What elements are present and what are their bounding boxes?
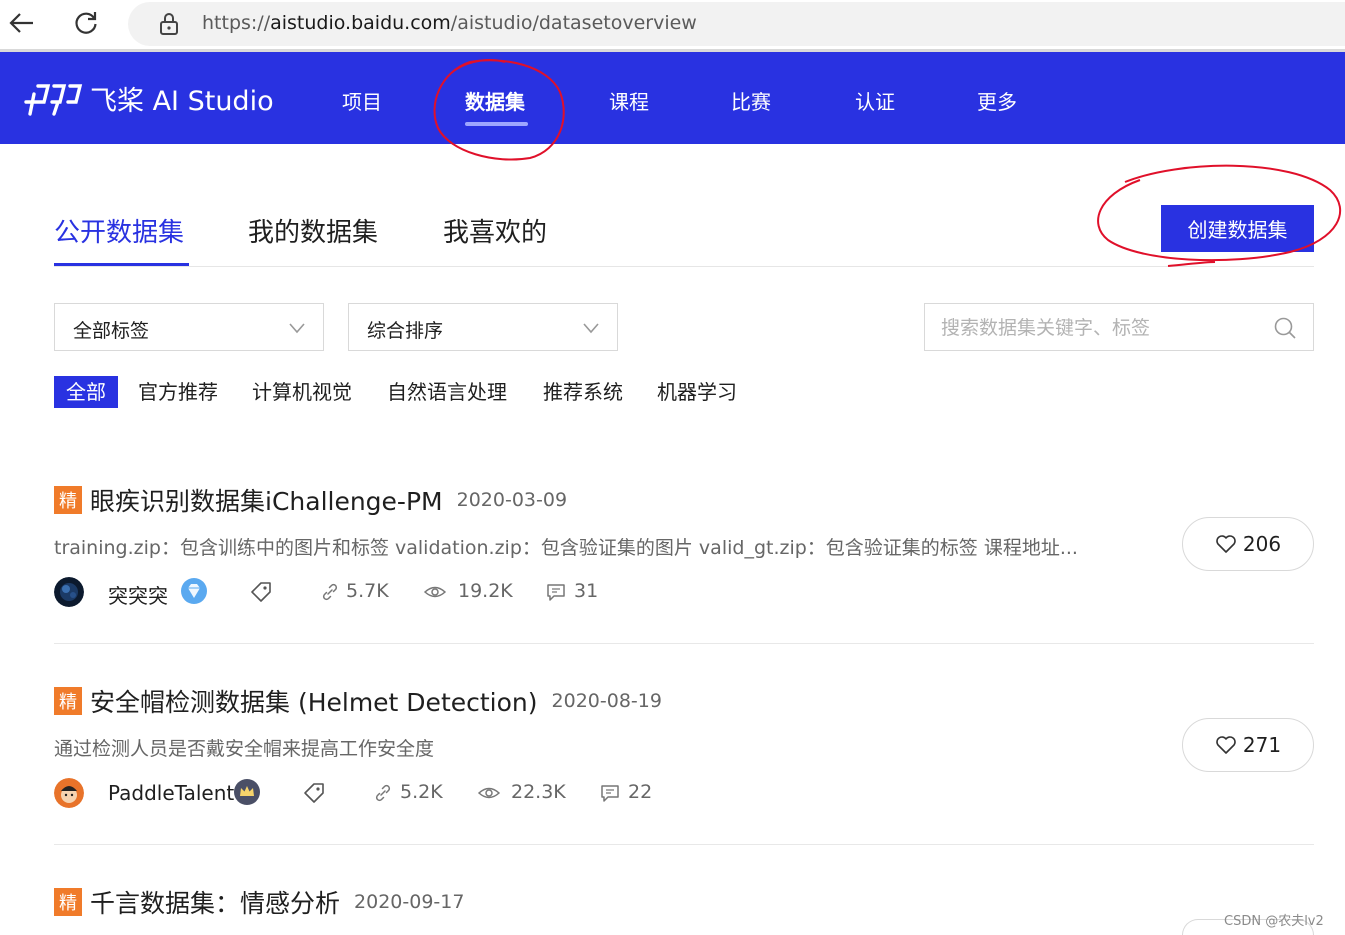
- like-count: 206: [1242, 532, 1282, 556]
- link-icon: [322, 583, 338, 601]
- browser-toolbar: https://aistudio.baidu.com/aistudio/data…: [0, 0, 1345, 52]
- author-name[interactable]: 突突突: [108, 580, 168, 609]
- url-scheme: https://: [202, 12, 271, 34]
- dataset-card: 精 千言数据集：情感分析 2020-09-17: [54, 885, 1314, 935]
- sort-select-value: 综合排序: [367, 320, 444, 342]
- paddle-logo-icon: [24, 84, 83, 116]
- tab-favorites[interactable]: 我喜欢的: [443, 212, 547, 249]
- search-icon[interactable]: [1273, 316, 1297, 340]
- dataset-card: 精 眼疾识别数据集iChallenge-PM 2020-03-09 traini…: [54, 483, 1314, 644]
- address-bar[interactable]: https://aistudio.baidu.com/aistudio/data…: [128, 2, 1345, 46]
- diamond-level-icon: [181, 578, 207, 604]
- search-input[interactable]: [941, 314, 1261, 342]
- dataset-title[interactable]: 安全帽检测数据集 (Helmet Detection): [90, 683, 538, 719]
- tag-select[interactable]: 全部标签: [54, 303, 324, 351]
- nav-item-more[interactable]: 更多: [977, 86, 1017, 115]
- lock-icon: [160, 13, 178, 35]
- nav-item-competitions[interactable]: 比赛: [731, 86, 771, 115]
- link-icon: [375, 784, 391, 802]
- url-host: aistudio.baidu.com: [270, 12, 451, 34]
- dataset-title[interactable]: 眼疾识别数据集iChallenge-PM: [90, 482, 443, 518]
- dataset-meta: PaddleTalent 5.2K 22.3K 22: [54, 776, 954, 810]
- dataset-search-box: [924, 303, 1314, 351]
- link-count: 5.7K: [346, 580, 389, 602]
- avatar[interactable]: [54, 577, 84, 607]
- url-path: /aistudio/datasetoverview: [450, 12, 697, 34]
- comment-count: 31: [574, 580, 599, 602]
- chevron-down-icon: [583, 323, 599, 334]
- like-button[interactable]: 206: [1182, 517, 1314, 571]
- tag-icon[interactable]: [249, 580, 273, 604]
- tab-my-datasets[interactable]: 我的数据集: [248, 212, 378, 249]
- like-button[interactable]: 271: [1182, 718, 1314, 772]
- nav-item-courses[interactable]: 课程: [609, 86, 649, 115]
- site-header: 飞桨 AI Studio 项目 数据集 课程 比赛 认证 更多: [0, 52, 1345, 144]
- avatar-image: [54, 577, 84, 607]
- featured-badge: 精: [54, 888, 82, 916]
- view-count: 22.3K: [511, 781, 566, 803]
- tag-chip-machine-learning[interactable]: 机器学习: [657, 376, 737, 408]
- tag-chip-recommendation[interactable]: 推荐系统: [543, 376, 623, 408]
- tag-chip-official[interactable]: 官方推荐: [138, 376, 218, 408]
- crown-level-icon: [234, 779, 260, 805]
- author-name[interactable]: PaddleTalent: [108, 781, 234, 805]
- create-dataset-button[interactable]: 创建数据集: [1161, 205, 1314, 252]
- dataset-title[interactable]: 千言数据集：情感分析: [90, 884, 340, 920]
- link-count: 5.2K: [400, 781, 443, 803]
- nav-item-certification[interactable]: 认证: [855, 86, 895, 115]
- comment-icon: [547, 584, 565, 601]
- list-divider: [54, 643, 1314, 644]
- sort-select[interactable]: 综合排序: [348, 303, 618, 351]
- view-count: 19.2K: [458, 580, 513, 602]
- comment-count: 22: [628, 781, 653, 803]
- tab-public-datasets[interactable]: 公开数据集: [54, 212, 184, 249]
- nav-item-datasets[interactable]: 数据集: [465, 86, 525, 115]
- reload-icon: [75, 12, 97, 34]
- list-divider: [54, 844, 1314, 845]
- dataset-description: training.zip：包含训练中的图片和标签 validation.zip：…: [54, 537, 1078, 559]
- heart-icon: [1216, 736, 1236, 754]
- comment-icon: [601, 785, 619, 802]
- reload-button[interactable]: [72, 8, 100, 38]
- like-count: 271: [1242, 733, 1282, 757]
- dataset-title-row: 精 安全帽检测数据集 (Helmet Detection) 2020-08-19: [54, 684, 662, 718]
- nav-active-indicator: [465, 122, 528, 126]
- heart-icon: [1216, 535, 1236, 553]
- tag-select-value: 全部标签: [73, 320, 150, 342]
- tag-icon[interactable]: [302, 781, 326, 805]
- site-logo[interactable]: 飞桨 AI Studio: [24, 78, 274, 118]
- dataset-date: 2020-09-17: [354, 891, 465, 913]
- eye-icon: [477, 787, 501, 799]
- dataset-card: 精 安全帽检测数据集 (Helmet Detection) 2020-08-19…: [54, 684, 1314, 845]
- chevron-down-icon: [289, 323, 305, 334]
- url-text: https://aistudio.baidu.com/aistudio/data…: [202, 12, 697, 34]
- logo-text: 飞桨 AI Studio: [90, 85, 274, 117]
- tag-chip-all[interactable]: 全部: [54, 376, 118, 408]
- dataset-meta: 突突突 5.7K 19.2K 31: [54, 575, 954, 609]
- eye-icon: [423, 586, 447, 598]
- tag-chip-nlp[interactable]: 自然语言处理: [387, 376, 507, 408]
- dataset-date: 2020-03-09: [456, 489, 568, 511]
- featured-badge: 精: [54, 687, 82, 715]
- back-button[interactable]: [8, 8, 36, 38]
- nav-item-projects[interactable]: 项目: [342, 86, 382, 115]
- watermark: CSDN @农夫lv2: [1224, 914, 1324, 929]
- tabs-divider: [54, 266, 1314, 267]
- back-arrow-icon: [9, 13, 33, 33]
- avatar-image: [54, 778, 84, 808]
- dataset-title-row: 精 眼疾识别数据集iChallenge-PM 2020-03-09: [54, 483, 567, 517]
- dataset-title-row: 精 千言数据集：情感分析 2020-09-17: [54, 885, 464, 919]
- dataset-date: 2020-08-19: [551, 690, 662, 712]
- tag-chip-computer-vision[interactable]: 计算机视觉: [252, 376, 352, 408]
- avatar[interactable]: [54, 778, 84, 808]
- dataset-description: 通过检测人员是否戴安全帽来提高工作安全度: [54, 738, 435, 760]
- featured-badge: 精: [54, 486, 82, 514]
